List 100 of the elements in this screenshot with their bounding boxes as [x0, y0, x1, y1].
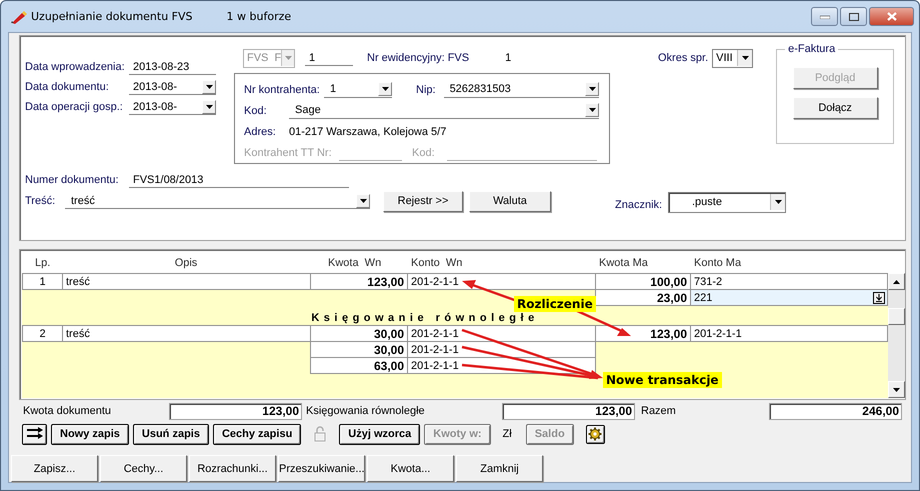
contractor-number-field[interactable]: 1 [324, 82, 392, 98]
caret-icon [588, 108, 596, 112]
column-header: Konto Ma [693, 256, 742, 268]
footer-button[interactable]: Kwota... [367, 455, 454, 482]
total-field: 246,00 [769, 402, 902, 420]
column-header: Konto Wn [410, 256, 464, 268]
window-subtitle: 1 w buforze [226, 10, 292, 23]
scroll-thumb[interactable] [888, 308, 905, 325]
table-cell[interactable]: 221 [690, 289, 888, 306]
table-cell: 30,00 [310, 341, 408, 358]
currency-text: Zł [502, 428, 512, 440]
field-label: Nip: [416, 84, 436, 96]
date-field[interactable]: 2013-08- [129, 99, 216, 115]
caret-icon [206, 84, 212, 88]
registry-label: Nr ewidencyjny: FVS [367, 52, 470, 64]
caret-icon [206, 104, 212, 108]
dropdown-button[interactable] [770, 194, 785, 210]
close-icon [886, 12, 896, 21]
toolbar-button[interactable]: Usuń zapis [132, 424, 209, 444]
table-cell: 1 [22, 273, 63, 290]
field-label: Data operacji gosp.: [25, 101, 124, 113]
dropdown-icon[interactable] [873, 292, 885, 304]
address-text: 01-217 Warszawa, Kolejowa 5/7 [289, 126, 446, 138]
date-field[interactable]: 2013-08- [129, 79, 216, 95]
caret-icon [774, 200, 782, 204]
scrollbar[interactable] [888, 273, 905, 398]
total-field: 123,00 [502, 402, 635, 420]
toolbar-button[interactable]: Cechy zapisu [212, 424, 302, 444]
minimize-icon [820, 14, 830, 18]
table-cell: 30,00 [310, 325, 408, 342]
column-header: Opis [174, 256, 198, 268]
scroll-up-button[interactable] [888, 273, 905, 290]
field-label: Adres: [244, 126, 277, 138]
nip-field[interactable]: 5262831503 [444, 82, 599, 98]
down-arrow-icon [893, 388, 900, 392]
field-label: Treść: [25, 195, 56, 207]
table-cell: 123,00 [310, 273, 408, 290]
caret-icon [742, 56, 749, 60]
field-label: Okres spr. [658, 52, 708, 64]
field-label: Kontrahent TT Nr: [244, 146, 333, 158]
field-label: Znacznik: [615, 199, 664, 211]
marker-dropdown[interactable]: .puste [668, 192, 786, 212]
minimize-button[interactable] [811, 7, 838, 26]
column-header: Kwota Ma [598, 256, 649, 268]
toolbar-button[interactable]: Użyj wzorca [339, 424, 420, 444]
toolbar-button[interactable]: Nowy zapis [51, 424, 129, 444]
currency-button[interactable]: Waluta [469, 190, 551, 212]
description-field[interactable]: treść [65, 193, 370, 209]
field-label: Numer dokumentu: [25, 174, 120, 186]
table-cell: 100,00 [595, 273, 691, 290]
table-cell: treść [62, 273, 311, 290]
total-label: Razem [640, 405, 677, 417]
table-cell: 201-2-1-1 [407, 273, 596, 290]
table-cell: 23,00 [595, 289, 691, 306]
field-label: Data wprowadzenia: [25, 61, 126, 73]
code-field[interactable]: Sage [289, 102, 599, 118]
total-label: Księgowania równoległe [305, 405, 426, 417]
caret-icon [284, 56, 292, 60]
group-title: e-Faktura [785, 43, 838, 55]
field-label: Nr kontrahenta: [244, 84, 321, 96]
swap-arrows-icon[interactable] [22, 424, 47, 444]
caret-icon [382, 87, 388, 91]
footer-button[interactable]: Zamknij [456, 455, 543, 482]
column-header: Kwota Wn [327, 256, 382, 268]
window-title: Uzupełnianie dokumentu FVS [31, 10, 193, 23]
maximize-button[interactable] [840, 7, 867, 26]
table-cell: 123,00 [595, 325, 691, 342]
document-number-field[interactable]: FVS1/08/2013 [129, 172, 349, 188]
scroll-down-button[interactable] [888, 381, 905, 398]
gear-icon[interactable] [586, 424, 605, 444]
caret-icon [588, 87, 596, 91]
field-label: Data dokumentu: [25, 81, 110, 93]
registry-number: 1 [505, 52, 512, 64]
total-label: Kwota dokumentu [22, 405, 112, 417]
table-cell[interactable]: 201-2-1-1 [690, 325, 888, 342]
period-dropdown[interactable]: VIII [712, 48, 754, 68]
field-label: Kod: [412, 146, 436, 158]
footer-button[interactable]: Cechy... [100, 455, 187, 482]
footer-button[interactable]: Rozrachunki... [189, 455, 276, 482]
section-title: Księgowanie równoległe [311, 312, 539, 325]
annotation-label: Rozliczenie [514, 296, 596, 312]
table-cell[interactable]: 731-2 [690, 273, 888, 290]
close-button[interactable] [869, 7, 914, 26]
pen-icon [10, 10, 28, 24]
table-cell: treść [62, 325, 311, 342]
register-button[interactable]: Rejestr >> [383, 190, 463, 212]
document-number-field[interactable]: 1 [305, 50, 353, 66]
table-cell: 2 [22, 325, 63, 342]
attach-button[interactable]: Dołącz [792, 97, 878, 119]
column-header: Lp. [34, 256, 52, 268]
table-cell: 201-2-1-1 [407, 325, 596, 342]
dropdown-button[interactable] [737, 50, 752, 66]
total-field: 123,00 [169, 402, 302, 420]
up-arrow-icon [893, 280, 900, 284]
field-label: Kod: [244, 104, 268, 116]
table-cell: 63,00 [310, 357, 408, 374]
footer-button[interactable]: Zapisz... [11, 455, 98, 482]
footer-button[interactable]: Przeszukiwanie... [278, 455, 365, 482]
caret-icon [360, 198, 366, 202]
date-field[interactable]: 2013-08-23 [129, 59, 216, 75]
